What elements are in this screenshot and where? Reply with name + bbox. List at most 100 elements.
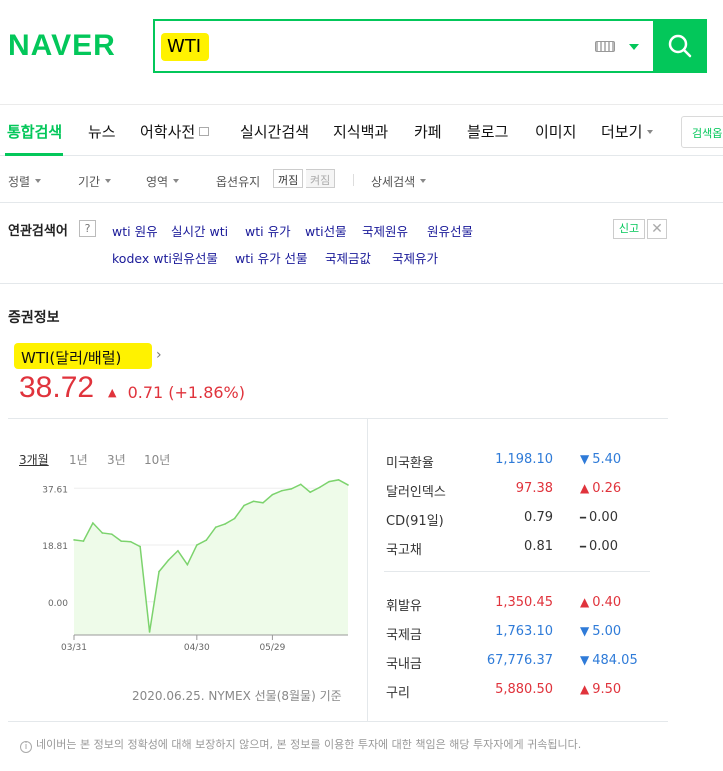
indicator-name[interactable]: 구리 [386,682,410,701]
external-link-icon [199,127,210,136]
close-icon[interactable]: ✕ [647,219,667,239]
indicator-name[interactable]: 휘발유 [386,595,422,614]
related-keyword[interactable]: 국제유가 [392,248,438,267]
tab-image[interactable]: 이미지 [535,121,576,142]
period-3m[interactable]: 3개월 [19,451,49,468]
data-point [196,544,198,546]
indicator-change: ▲ 0.40 [580,595,621,610]
indicator-name[interactable]: CD(91일) [386,510,444,529]
tab-encyclopedia[interactable]: 지식백과 [333,121,388,142]
chevron-down-icon [420,179,427,183]
filter-detail-label: 상세검색 [371,175,416,189]
down-arrow-icon: ▼ [580,624,590,638]
indicator-change-value: 0.00 [589,510,618,525]
x-tick-label: 03/31 [61,643,87,653]
x-tick-label: 05/29 [259,643,285,653]
data-point [281,489,283,492]
data-point [101,532,104,534]
related-keyword[interactable]: wti 원유 [112,221,158,240]
tab-blog[interactable]: 블로그 [467,121,508,142]
data-point [139,545,141,548]
filter-detail[interactable]: 상세검색 [371,173,427,190]
indicator-value: 0.81 [524,539,553,554]
indicator-change: ▲ 9.50 [580,682,621,697]
tab-integrated[interactable]: 통합검색 [7,121,62,142]
related-keyword[interactable]: wti선물 [305,221,347,240]
data-point [214,526,217,529]
data-point [337,479,340,481]
stock-name-link[interactable]: WTI(달러/배럴) [21,347,121,368]
indicator-change: ━ 0.00 [580,510,618,525]
section-title: 증권정보 [8,310,60,326]
price-chart: 37.61 18.81 0.00 03/31 04/30 05/29 [42,479,349,653]
keyboard-icon[interactable] [595,41,615,52]
x-tick-label: 04/30 [184,643,210,653]
chevron-right-icon[interactable]: › [156,347,162,363]
data-point [82,540,85,542]
filter-bar: 정렬 기간 영역 옵션유지 꺼짐 켜짐 상세검색 [0,157,723,203]
indicator-value: 1,198.10 [495,452,553,467]
period-3y[interactable]: 3년 [107,451,126,468]
tab-cafe[interactable]: 카페 [414,121,442,142]
period-1y[interactable]: 1년 [69,451,88,468]
related-keyword[interactable]: wti 유가 [245,221,291,240]
tab-more[interactable]: 더보기 [601,121,654,142]
tab-realtime[interactable]: 실시간검색 [240,121,309,142]
indicator-name[interactable]: 국제금 [386,624,422,643]
current-price: 38.72 [19,371,95,404]
related-keyword[interactable]: 원유선물 [427,221,473,240]
related-keyword[interactable]: wti 유가 선물 [235,248,308,267]
naver-logo[interactable]: NAVER [8,29,116,63]
data-point [328,480,330,483]
keep-option-off-toggle[interactable]: 꺼짐 [273,169,304,188]
search-box[interactable] [153,19,653,73]
data-point [148,631,151,633]
search-input[interactable] [163,31,563,61]
disclaimer-text: 네이버는 본 정보의 정확성에 대해 보장하지 않으며, 본 정보를 이용한 투… [36,738,582,751]
indicator-value: 5,880.50 [495,682,553,697]
filter-area-label: 영역 [146,175,169,189]
filter-sort[interactable]: 정렬 [8,173,42,190]
flat-icon: ━ [580,542,587,553]
data-point [120,540,123,542]
filter-area[interactable]: 영역 [146,173,180,190]
data-point [309,491,312,494]
up-arrow-icon: ▲ [108,386,117,399]
indicator-name[interactable]: 달러인덱스 [386,481,446,500]
related-keyword[interactable]: kodex wti원유선물 [112,248,218,267]
tab-dictionary[interactable]: 어학사전 [140,121,210,142]
related-keyword[interactable]: 국제원유 [362,221,408,240]
chevron-down-icon [173,179,180,183]
data-point [243,504,245,507]
active-tab-indicator [5,153,63,156]
search-button[interactable] [653,19,707,73]
filter-period[interactable]: 기간 [78,173,112,190]
flat-icon: ━ [580,513,587,524]
related-keyword[interactable]: 국제금값 [325,248,371,267]
indicator-name[interactable]: 국내금 [386,653,422,672]
chevron-down-icon [647,130,654,134]
data-point [158,570,160,573]
related-keyword[interactable]: 실시간 wti [171,221,228,240]
indicator-change: ━ 0.00 [580,539,618,554]
tab-news[interactable]: 뉴스 [88,121,116,142]
indicator-name[interactable]: 국고채 [386,539,422,558]
down-arrow-icon: ▼ [580,452,590,466]
report-button[interactable]: 신고 [613,219,645,239]
panel-divider-vertical [367,419,368,721]
help-icon[interactable]: ? [79,220,96,237]
indicator-change: ▲ 0.26 [580,481,621,496]
search-icon [668,34,692,58]
indicator-change: ▼ 5.40 [580,452,621,467]
data-point [271,493,274,496]
autocomplete-toggle-icon[interactable] [629,44,639,50]
indicator-change-value: 9.50 [592,682,622,697]
indicator-divider [384,571,650,572]
data-point [262,501,264,504]
filter-sort-label: 정렬 [8,175,31,189]
keep-option-on-toggle[interactable]: 켜짐 [306,169,336,188]
period-10y[interactable]: 10년 [144,451,170,468]
search-option-button[interactable]: 검색옵 [681,116,723,148]
indicator-name[interactable]: 미국환율 [386,452,434,471]
data-point [299,483,302,486]
